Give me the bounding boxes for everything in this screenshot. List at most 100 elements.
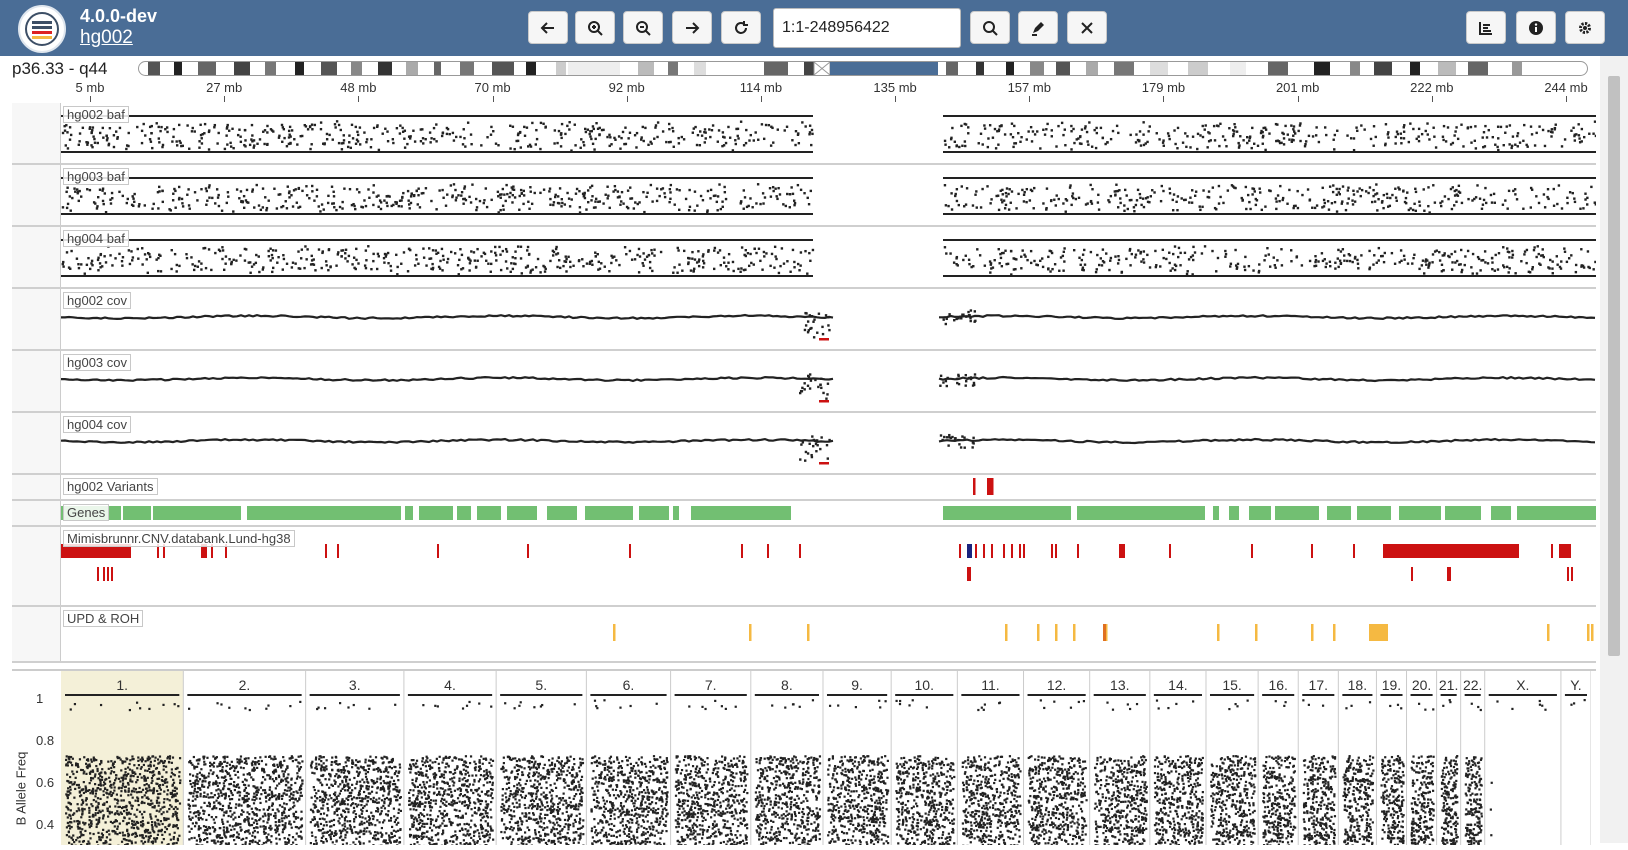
track-plot[interactable]: [61, 501, 1596, 525]
region-input[interactable]: [773, 8, 961, 48]
ideogram-band: [1150, 62, 1168, 75]
overview-y-tick: 0.8: [36, 733, 54, 748]
track-plot[interactable]: [61, 607, 1596, 661]
ideogram-band: [378, 62, 392, 75]
pan-right-button[interactable]: [672, 11, 712, 44]
coverage-line: [61, 434, 1595, 465]
overview-chart[interactable]: 1.2.3.4.5.6.7.8.9.10.11.12.13.14.15.16.1…: [61, 671, 1591, 845]
overview-y-tick: 0.4: [36, 817, 54, 832]
chromosome-label: 21.: [1439, 677, 1458, 693]
overview-chromosome-13[interactable]: [1094, 671, 1150, 845]
overview-chromosome-X[interactable]: [1489, 671, 1561, 845]
track-gutter: [12, 413, 61, 473]
track-baf[interactable]: hg004 baf: [12, 227, 1596, 289]
track-genes[interactable]: Genes: [12, 501, 1596, 527]
chromosome-label: 4.: [444, 677, 456, 693]
ruler-tick: [90, 96, 91, 102]
overview-chromosome-14[interactable]: [1154, 671, 1206, 845]
ruler-tick-label: 70 mb: [474, 80, 510, 95]
ideogram-band: [694, 62, 706, 75]
ideogram-band: [351, 62, 362, 75]
ruler-tick-label: 135 mb: [873, 80, 916, 95]
ideogram-band: [556, 62, 566, 75]
zoom-in-button[interactable]: [575, 11, 615, 44]
overview-chromosome-11[interactable]: [961, 671, 1023, 845]
ideogram-band: [976, 62, 984, 75]
position-ruler: 5 mb27 mb48 mb70 mb92 mb114 mb135 mb157 …: [60, 79, 1596, 101]
overview-chromosome-2[interactable]: [187, 671, 305, 845]
ideogram-band: [265, 62, 276, 75]
ideogram-band: [1230, 62, 1246, 75]
pan-left-button[interactable]: [528, 11, 568, 44]
ruler-tick-label: 157 mb: [1008, 80, 1051, 95]
overview-chromosome-19[interactable]: [1380, 671, 1406, 845]
ideogram-band: [1056, 62, 1070, 75]
track-canvas: [61, 475, 1596, 499]
chromosome-label: 7.: [705, 677, 717, 693]
chromosome-ideogram[interactable]: [138, 61, 1588, 76]
track-canvas: [61, 227, 1596, 287]
track-cov[interactable]: hg002 cov: [12, 289, 1596, 351]
track-cov[interactable]: hg004 cov: [12, 413, 1596, 475]
app-logo[interactable]: [18, 5, 66, 53]
track-variants[interactable]: hg002 Variants: [12, 475, 1596, 501]
page-scrollbar[interactable]: [1600, 56, 1628, 843]
clear-button[interactable]: [1067, 11, 1107, 44]
track-canvas: [61, 501, 1596, 525]
ideogram-highlight: [830, 62, 938, 75]
track-plot[interactable]: [61, 351, 1596, 411]
ideogram-band: [148, 62, 160, 75]
reset-button[interactable]: [721, 11, 761, 44]
track-plot[interactable]: [61, 227, 1596, 287]
overview-chromosome-21[interactable]: [1441, 671, 1461, 845]
info-button[interactable]: [1516, 11, 1556, 44]
track-plot[interactable]: [61, 413, 1596, 473]
overview-chromosome-10[interactable]: [895, 671, 957, 845]
track-cov[interactable]: hg003 cov: [12, 351, 1596, 413]
chromosome-label: 18.: [1348, 677, 1367, 693]
overview-chromosome-5[interactable]: [500, 671, 586, 845]
track-plot[interactable]: [61, 165, 1596, 225]
overview-chromosome-12[interactable]: [1028, 671, 1090, 845]
marker-button[interactable]: [1018, 11, 1058, 44]
ideogram-band: [434, 62, 441, 75]
overview-chromosome-15[interactable]: [1210, 671, 1258, 845]
ruler-tick-label: 179 mb: [1142, 80, 1185, 95]
track-plot[interactable]: [61, 103, 1596, 163]
overview-chromosome-3[interactable]: [310, 671, 404, 845]
ideogram-band: [1350, 62, 1360, 75]
ruler-tick-label: 244 mb: [1544, 80, 1587, 95]
overview-chromosome-6[interactable]: [590, 671, 670, 845]
search-button[interactable]: [970, 11, 1010, 44]
track-baf[interactable]: hg002 baf: [12, 103, 1596, 165]
tracks-button[interactable]: [1466, 11, 1506, 44]
track-cnv[interactable]: Mimisbrunnr.CNV.databank.Lund-hg38: [12, 527, 1596, 607]
settings-button[interactable]: [1565, 11, 1605, 44]
variant-markers: [973, 478, 994, 495]
overview-chromosome-18[interactable]: [1342, 671, 1376, 845]
overview-chromosome-17[interactable]: [1302, 671, 1338, 845]
arrow-right-icon: [684, 20, 700, 36]
ideogram-band: [1268, 62, 1288, 75]
case-link[interactable]: hg002: [80, 27, 133, 49]
ideogram-band: [1006, 62, 1014, 75]
overview-chromosome-Y[interactable]: [1565, 671, 1591, 845]
overview-chromosome-9[interactable]: [827, 671, 891, 845]
scroll-thumb[interactable]: [1608, 76, 1620, 656]
track-plot[interactable]: [61, 475, 1596, 499]
app-version: 4.0.0-dev: [80, 6, 157, 27]
ruler-tick: [224, 96, 225, 102]
track-gutter: [12, 289, 61, 349]
track-baf[interactable]: hg003 baf: [12, 165, 1596, 227]
track-upd[interactable]: UPD & ROH: [12, 607, 1596, 663]
overview-chromosome-1[interactable]: [61, 671, 183, 845]
overview-chromosome-7[interactable]: [675, 671, 751, 845]
overview-chromosome-8[interactable]: [755, 671, 823, 845]
overview-chromosome-4[interactable]: [408, 671, 496, 845]
overview-chromosome-20[interactable]: [1411, 671, 1437, 845]
overview-chromosome-16[interactable]: [1262, 671, 1298, 845]
zoom-out-button[interactable]: [623, 11, 663, 44]
ideogram-band: [1314, 62, 1330, 75]
track-plot[interactable]: [61, 289, 1596, 349]
overview-chromosome-22[interactable]: [1465, 671, 1485, 845]
